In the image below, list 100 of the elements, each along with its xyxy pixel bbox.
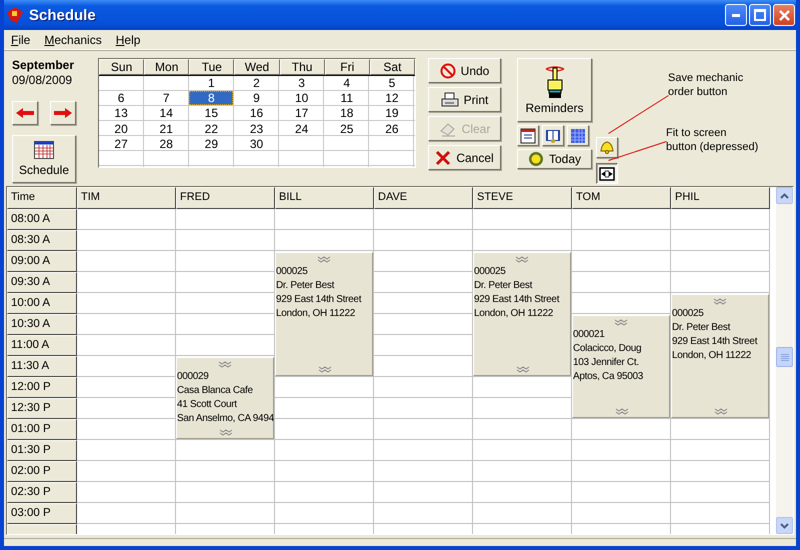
calendar-day[interactable]: 27 — [99, 136, 144, 151]
calendar-day[interactable]: 24 — [280, 122, 324, 136]
book-button[interactable] — [542, 125, 564, 146]
eraser-icon — [438, 120, 457, 136]
time-label: 11:30 A — [7, 356, 77, 377]
calendar-day[interactable]: 11 — [324, 91, 369, 106]
time-label: 03:00 P — [7, 503, 77, 524]
weekday-header: Sun — [99, 59, 144, 75]
drag-handle-icon — [614, 319, 628, 326]
hand-icon — [544, 66, 564, 98]
time-label: 12:00 P — [7, 377, 77, 398]
appointment-card[interactable]: 000025 Dr. Peter Best 929 East 14th Street London, OH 11222 — [473, 252, 571, 376]
appointment-text: 000021 — [573, 328, 605, 342]
window-title: Schedule — [29, 6, 97, 24]
column-header: Time — [7, 187, 77, 209]
column-header: DAVE — [374, 187, 473, 209]
appointment-text: 000025 — [672, 307, 704, 321]
previous-button[interactable] — [12, 101, 38, 125]
minimize-icon — [732, 14, 740, 16]
appointment-text: Dr. Peter Best — [276, 279, 334, 293]
appointment-card[interactable]: 000025 Dr. Peter Best 929 East 14th Street London, OH 11222 — [275, 252, 373, 376]
calendar-day[interactable]: 18 — [324, 106, 369, 120]
calendar-day[interactable]: 6 — [99, 91, 144, 106]
calendar-day[interactable]: 29 — [189, 136, 234, 151]
weekday-header: Tue — [189, 59, 234, 75]
appointment-text: 929 East 14th Street — [672, 335, 758, 349]
calendar-day[interactable]: 15 — [189, 106, 234, 120]
maximize-icon — [754, 9, 766, 21]
calendar-day[interactable]: 19 — [370, 106, 414, 120]
calendar-day[interactable]: 1 — [189, 76, 234, 90]
calendar-day[interactable]: 30 — [234, 136, 279, 151]
appointment-text: London, OH 11222 — [276, 307, 355, 321]
time-label: 02:00 P — [7, 461, 77, 482]
reminders-button[interactable]: Reminders — [517, 58, 592, 122]
appointment-text: 929 East 14th Street — [276, 293, 362, 307]
minimize-button[interactable] — [725, 4, 747, 26]
time-label: 10:00 A — [7, 293, 77, 314]
left-arrow-icon — [16, 108, 34, 118]
calendar-day[interactable]: 21 — [144, 122, 188, 136]
calendar-day[interactable]: 20 — [99, 122, 144, 136]
appointment-card[interactable]: 000021 Colacicco, Doug 103 Jennifer Ct. Aptos, Ca 95003 — [572, 315, 670, 418]
vertical-scrollbar[interactable] — [776, 187, 793, 534]
calendar-day[interactable]: 4 — [324, 76, 369, 90]
calendar-icon — [34, 141, 54, 159]
scroll-up-button[interactable] — [776, 187, 793, 204]
calendar-day[interactable]: 28 — [144, 136, 188, 151]
maximize-button[interactable] — [749, 4, 771, 26]
calendar-page-icon — [520, 128, 536, 144]
time-label: 01:30 P — [7, 440, 77, 461]
menu-item[interactable]: File — [11, 32, 30, 46]
calendar-day[interactable]: 2 — [234, 76, 279, 90]
calendar-day[interactable]: 16 — [234, 106, 279, 120]
calendar-day[interactable]: 23 — [234, 122, 279, 136]
calendar-day[interactable]: 22 — [189, 122, 234, 136]
appointment-text: London, OH 11222 — [474, 307, 553, 321]
appointment-text: 000025 — [276, 265, 308, 279]
month-label: September — [12, 58, 76, 72]
bell-button[interactable] — [596, 137, 618, 158]
grid-icon — [570, 128, 586, 144]
column-header: FRED — [176, 187, 275, 209]
action-button[interactable]: Cancel — [428, 145, 501, 170]
bell-icon — [600, 141, 614, 154]
calendar-day[interactable]: 25 — [324, 122, 369, 136]
calendar-day[interactable]: 13 — [99, 106, 144, 120]
book-icon — [545, 128, 561, 144]
calendar-day[interactable]: 17 — [280, 106, 324, 120]
action-button[interactable]: Print — [428, 87, 501, 112]
grid-button[interactable] — [567, 125, 589, 146]
next-button[interactable] — [50, 101, 76, 125]
cross-icon — [435, 150, 452, 166]
scroll-down-button[interactable] — [776, 517, 793, 534]
calendar-day[interactable]: 8 — [189, 91, 234, 106]
weekday-header: Fri — [324, 59, 370, 75]
appointment-text: 000029 — [177, 370, 209, 384]
time-label: 01:00 P — [7, 419, 77, 440]
calendar-day[interactable]: 10 — [280, 91, 324, 106]
calendar-day[interactable]: 9 — [234, 91, 279, 106]
no-entry-icon — [440, 62, 456, 78]
action-button[interactable]: Undo — [428, 58, 501, 83]
fit-to-screen-button[interactable] — [596, 163, 618, 184]
calendar-day[interactable]: 12 — [370, 91, 414, 106]
menu-item[interactable]: Help — [116, 32, 140, 46]
today-button[interactable]: Today — [517, 149, 592, 169]
appointment-text: Dr. Peter Best — [672, 321, 730, 335]
drag-handle-icon — [218, 361, 232, 368]
appointment-text: 41 Scott Court — [177, 398, 237, 412]
calendar-day[interactable]: 7 — [144, 91, 188, 106]
appointment-card[interactable]: 000029 Casa Blanca Cafe 41 Scott Court San Anselmo, CA 9494 — [176, 357, 274, 439]
close-icon — [778, 10, 790, 20]
appointment-card[interactable]: 000025 Dr. Peter Best 929 East 14th Street London, OH 11222 — [671, 294, 769, 418]
close-button[interactable] — [773, 4, 795, 26]
schedule-button[interactable]: Schedule — [12, 135, 76, 183]
calendar-day[interactable]: 26 — [370, 122, 414, 136]
calendar-day[interactable]: 3 — [280, 76, 324, 90]
calendar-day[interactable]: 14 — [144, 106, 188, 120]
menu-item[interactable]: Mechanics — [44, 32, 102, 46]
scroll-thumb[interactable] — [776, 347, 793, 367]
calendar-day[interactable]: 5 — [370, 76, 414, 90]
calendar-page-button[interactable] — [517, 125, 539, 146]
leader-line — [608, 141, 667, 161]
